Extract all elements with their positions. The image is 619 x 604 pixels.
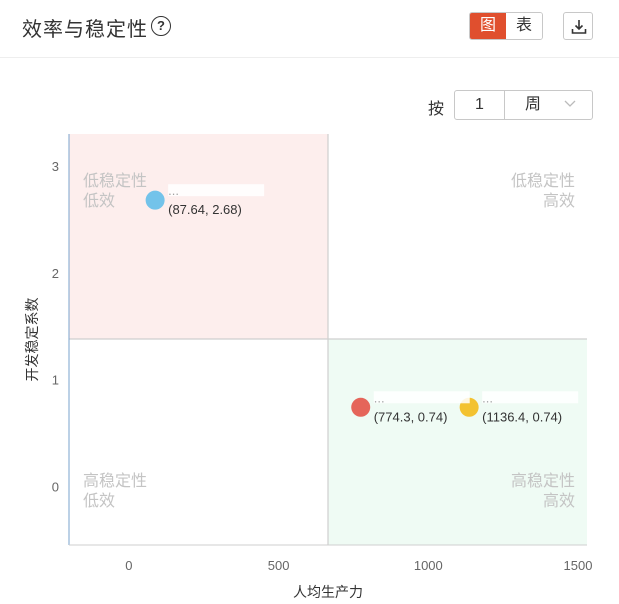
quadrant-label-bottom-left-line2: 低效	[83, 492, 115, 510]
x-tick-label: 0	[125, 558, 132, 573]
point-name: ...	[168, 183, 179, 198]
quadrant-label-bottom-right-line2: 高效	[543, 492, 575, 510]
data-point	[145, 190, 165, 210]
y-tick-label: 0	[52, 479, 59, 494]
y-tick-label: 1	[52, 373, 59, 388]
scatter-chart: 0 500 1000 1500 0 1 2 3 人均生产力 开发稳定系数 低稳定性低效 低稳定性高效…	[24, 134, 593, 600]
point-value-label: (774.3, 0.74)	[374, 409, 448, 424]
point-name: ...	[482, 390, 493, 405]
point-name-mask	[373, 391, 470, 404]
quadrant-label-bottom-right-line1: 高稳定性	[511, 472, 575, 490]
x-tick-label: 1000	[414, 558, 443, 573]
point-name: ...	[374, 390, 385, 405]
y-tick-label: 3	[52, 159, 59, 174]
x-axis-title: 人均生产力	[293, 584, 363, 600]
quadrant-label-top-left-line1: 低稳定性	[83, 172, 147, 190]
point-name-mask	[168, 184, 265, 197]
y-axis-title: 开发稳定系数	[24, 298, 40, 382]
quadrant-label-top-right-line1: 低稳定性	[511, 172, 575, 190]
y-tick-label: 2	[52, 266, 59, 281]
quadrant-bottom-right	[328, 338, 587, 545]
quadrant-top-left	[69, 134, 328, 339]
point-name-mask	[482, 391, 579, 404]
point-value-label: (87.64, 2.68)	[168, 202, 242, 217]
data-point	[351, 397, 371, 417]
x-tick-label: 500	[268, 558, 290, 573]
quadrant-bottom-left	[69, 338, 328, 545]
quadrant-label-top-right-line2: 高效	[543, 192, 575, 210]
point-value-label: (1136.4, 0.74)	[482, 409, 562, 424]
quadrant-top-right	[328, 134, 587, 339]
quadrant-label-top-left-line2: 低效	[83, 192, 115, 210]
x-tick-label: 1500	[564, 558, 593, 573]
quadrant-label-bottom-left-line1: 高稳定性	[83, 472, 147, 490]
